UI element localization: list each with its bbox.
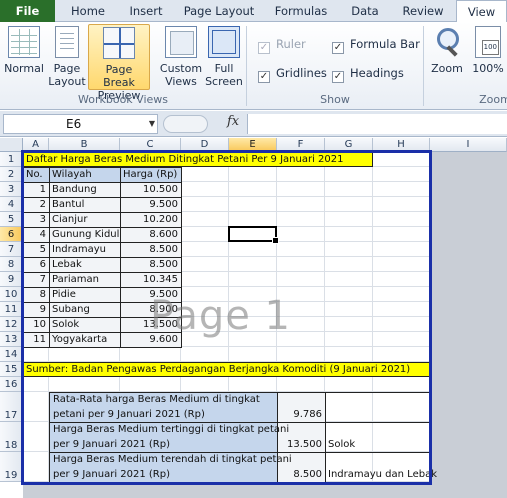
- insert-function-icon[interactable]: fx: [227, 114, 239, 129]
- ribbon-view: Normal Page Layout Page Break Preview Cu…: [0, 22, 507, 110]
- row-header-14[interactable]: 14: [0, 347, 23, 362]
- formula-input[interactable]: [247, 114, 507, 134]
- custom-views-label-1: Custom: [159, 62, 203, 75]
- row-header-16[interactable]: 16: [0, 377, 23, 392]
- print-area-border: [21, 150, 432, 485]
- row-header-17[interactable]: 17: [0, 392, 23, 422]
- dropdown-arrow-icon[interactable]: ▼: [149, 115, 155, 133]
- page-layout-label-1: Page: [53, 62, 81, 75]
- row-header-10[interactable]: 10: [0, 287, 23, 302]
- column-header-i[interactable]: I: [430, 138, 507, 152]
- row-header-11[interactable]: 11: [0, 302, 23, 317]
- row-header-15[interactable]: 15: [0, 362, 23, 377]
- row-header-8[interactable]: 8: [0, 257, 23, 272]
- tab-review[interactable]: Review: [396, 0, 450, 22]
- tab-file[interactable]: File: [0, 0, 55, 22]
- zoom-100-button[interactable]: 100 100%: [470, 26, 506, 75]
- full-screen-label-2: Screen: [205, 75, 243, 88]
- ruler-checkbox[interactable]: ✓ Ruler: [258, 37, 306, 54]
- ruler-label: Ruler: [276, 37, 306, 51]
- zoom-label: Zoom: [431, 62, 463, 75]
- gridlines-checkbox[interactable]: ✓ Gridlines: [258, 66, 327, 83]
- row-header-6[interactable]: 6: [0, 227, 23, 242]
- worksheet-grid[interactable]: A B C D E F G H I 1 2 3 4 5 6 7 8 9 10 11 12 13 14 15 16 17 18 19 Da…: [0, 138, 507, 498]
- row-header-19[interactable]: 19: [0, 452, 23, 482]
- custom-views-icon: [165, 26, 197, 58]
- zoom-group-label: Zoom: [479, 93, 507, 106]
- page-break-preview-icon: [103, 27, 135, 59]
- name-box-value: E6: [66, 117, 82, 131]
- headings-checkbox[interactable]: ✓ Headings: [332, 66, 404, 83]
- ribbon-separator: [423, 26, 424, 106]
- tab-data[interactable]: Data: [344, 0, 386, 22]
- row-header-1[interactable]: 1: [0, 152, 23, 167]
- select-all-corner[interactable]: [0, 138, 23, 152]
- normal-view-button[interactable]: Normal: [3, 26, 45, 75]
- custom-views-label-2: Views: [165, 75, 197, 88]
- check-icon: ✓: [332, 42, 344, 54]
- tab-insert[interactable]: Insert: [120, 0, 172, 22]
- custom-views-button[interactable]: Custom Views: [158, 26, 204, 88]
- row-header-3[interactable]: 3: [0, 182, 23, 197]
- row-header-5[interactable]: 5: [0, 212, 23, 227]
- row-header-2[interactable]: 2: [0, 167, 23, 182]
- full-screen-button[interactable]: Full Screen: [204, 26, 244, 88]
- tab-view[interactable]: View: [456, 0, 507, 23]
- zoom-100-label: 100%: [472, 62, 504, 75]
- headings-label: Headings: [350, 66, 404, 80]
- row-header-18[interactable]: 18: [0, 422, 23, 452]
- magnifier-icon: [431, 26, 463, 58]
- check-icon: ✓: [258, 42, 270, 54]
- page-layout-label-2: Layout: [48, 75, 86, 88]
- page-layout-icon: [55, 26, 79, 58]
- zoom-button[interactable]: Zoom: [428, 26, 466, 75]
- show-group-label: Show: [320, 93, 350, 106]
- ribbon-tab-bar: File Home Insert Page Layout Formulas Da…: [0, 0, 507, 23]
- workbook-views-group-label: Workbook Views: [78, 93, 168, 106]
- row-header-7[interactable]: 7: [0, 242, 23, 257]
- tab-page-layout[interactable]: Page Layout: [180, 0, 258, 22]
- active-cell-cursor[interactable]: [228, 226, 279, 244]
- formula-bar-label: Formula Bar: [350, 37, 420, 51]
- page-break-preview-button[interactable]: Page Break Preview: [88, 24, 150, 102]
- formula-bar-handle[interactable]: [163, 115, 208, 133]
- formula-bar-checkbox[interactable]: ✓ Formula Bar: [332, 37, 420, 54]
- full-screen-icon: [208, 26, 240, 58]
- row-header-12[interactable]: 12: [0, 317, 23, 332]
- gridlines-label: Gridlines: [276, 66, 327, 80]
- page-break-label-1: Page Break: [103, 63, 135, 89]
- check-icon: ✓: [332, 71, 344, 83]
- row-header-13[interactable]: 13: [0, 332, 23, 347]
- zoom-100-icon: 100: [475, 26, 501, 58]
- normal-view-icon: [8, 26, 40, 58]
- check-icon: ✓: [258, 71, 270, 83]
- name-box[interactable]: E6 ▼: [3, 114, 158, 134]
- page-layout-view-button[interactable]: Page Layout: [48, 26, 86, 88]
- row-header-4[interactable]: 4: [0, 197, 23, 212]
- tab-formulas[interactable]: Formulas: [270, 0, 332, 22]
- row-header-9[interactable]: 9: [0, 272, 23, 287]
- excel-window: File Home Insert Page Layout Formulas Da…: [0, 0, 507, 498]
- zoom-100-badge: 100: [481, 40, 499, 55]
- formula-bar: E6 ▼ fx: [0, 111, 507, 137]
- tab-home[interactable]: Home: [63, 0, 113, 22]
- normal-view-label: Normal: [4, 62, 44, 75]
- full-screen-label-1: Full: [214, 62, 234, 75]
